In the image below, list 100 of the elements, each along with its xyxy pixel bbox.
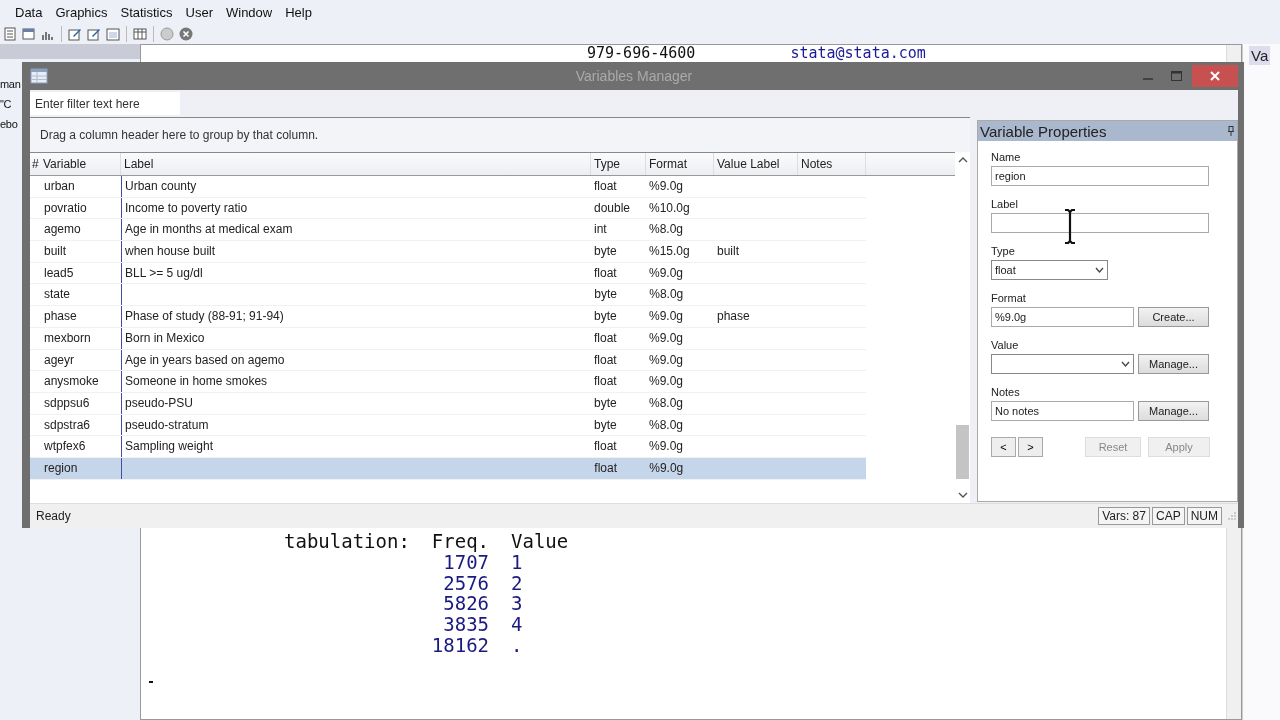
table-row[interactable]: sdpstra6 pseudo-stratum byte %8.0g bbox=[30, 414, 866, 437]
field-button[interactable]: Create... bbox=[1138, 307, 1209, 327]
table-cell-text: %8.0g bbox=[648, 416, 685, 434]
table-row[interactable]: anysmoke Someone in home smokes float %9.0g bbox=[30, 371, 866, 393]
table-cell-text: %8.0g bbox=[648, 394, 685, 412]
table-cell-text: float bbox=[593, 264, 618, 282]
browser-icon[interactable] bbox=[105, 26, 121, 42]
stop-icon[interactable] bbox=[178, 26, 194, 42]
dropdown-field[interactable]: float bbox=[991, 260, 1108, 280]
output-text: 4 bbox=[511, 614, 524, 635]
menu-item[interactable]: User bbox=[185, 4, 226, 20]
table-cell-text: built bbox=[716, 243, 740, 261]
edit-icon[interactable] bbox=[67, 26, 83, 42]
field-label: Type bbox=[991, 245, 1016, 257]
text-field[interactable]: %9.0g bbox=[991, 307, 1134, 327]
window-icon[interactable] bbox=[21, 26, 37, 42]
text-field[interactable]: No notes bbox=[991, 401, 1134, 421]
table-row[interactable]: mexborn Born in Mexico float %9.0g bbox=[30, 327, 866, 350]
table-cell-text: float bbox=[593, 438, 618, 456]
table-cell: Phase of study (88-91; 91-94) bbox=[121, 306, 591, 327]
table-cell-text: lead5 bbox=[43, 264, 75, 282]
output-text: 979-696-4600 bbox=[587, 45, 696, 61]
table-row[interactable]: wtpfex6 Sampling weight float %9.0g bbox=[30, 436, 866, 458]
table-cell: Age in months at medical exam bbox=[121, 219, 591, 241]
output-text: . bbox=[511, 635, 524, 656]
menu-item[interactable]: Help bbox=[285, 4, 325, 20]
nav-button[interactable]: > bbox=[1018, 437, 1043, 457]
maximize-icon[interactable] bbox=[1170, 71, 1182, 81]
chevron-down-icon[interactable] bbox=[957, 491, 968, 499]
menu-item[interactable]: Statistics bbox=[120, 4, 186, 20]
column-header[interactable]: Value Label bbox=[714, 153, 798, 175]
table-cell-text: built bbox=[43, 243, 67, 261]
table-cell-text: ageyr bbox=[43, 351, 76, 369]
menu-item[interactable]: Graphics bbox=[55, 4, 121, 20]
table-row[interactable]: agemo Age in months at medical exam int %8.0g bbox=[30, 219, 866, 242]
panel-tab[interactable]: Va bbox=[1249, 46, 1271, 65]
document-icon[interactable] bbox=[2, 26, 18, 42]
text-field[interactable]: region bbox=[991, 166, 1209, 186]
group-by-hint: Drag a column header here to group by that column. bbox=[40, 128, 319, 142]
column-header[interactable]: Type bbox=[591, 153, 646, 175]
field-button[interactable]: Manage... bbox=[1138, 354, 1209, 374]
status-text: Ready bbox=[35, 509, 71, 523]
table-cell-text: byte bbox=[593, 394, 618, 412]
table-cell-text: byte bbox=[593, 416, 618, 434]
table-cell: Age in years based on agemo bbox=[121, 349, 591, 371]
table-row[interactable]: state byte %8.0g bbox=[30, 284, 866, 307]
column-header[interactable]: Format bbox=[646, 153, 714, 175]
menu-item[interactable]: Window bbox=[225, 4, 286, 20]
column-header[interactable]: Label bbox=[121, 153, 591, 175]
nav-button[interactable]: < bbox=[991, 437, 1016, 457]
table-row[interactable]: sdppsu6 pseudo-PSU byte %8.0g bbox=[30, 392, 866, 415]
table-row[interactable]: region float %9.0g bbox=[30, 457, 866, 480]
output-text: Value bbox=[511, 531, 569, 552]
table-cell-text: float bbox=[593, 329, 618, 347]
output-text: stata@stata.com bbox=[790, 45, 926, 61]
output-text: 5826 bbox=[442, 593, 490, 615]
column-header[interactable]: Variable bbox=[40, 153, 121, 175]
field-button[interactable]: Manage... bbox=[1138, 401, 1209, 421]
column-header[interactable]: Notes bbox=[798, 153, 866, 175]
table-cell-text: urban bbox=[43, 178, 76, 195]
table-row[interactable]: ageyr Age in years based on agemo float %9.0g bbox=[30, 349, 866, 372]
close-button[interactable] bbox=[1192, 65, 1238, 87]
filter-field[interactable]: Enter filter text here bbox=[30, 92, 180, 115]
command-text: "C bbox=[0, 97, 12, 112]
table-row[interactable]: povratio Income to poverty ratio double %10.0g bbox=[30, 197, 866, 220]
output-text: Freq. bbox=[431, 531, 490, 552]
edit-icon[interactable] bbox=[86, 26, 102, 42]
column-header[interactable]: # bbox=[30, 153, 40, 175]
table-icon[interactable] bbox=[132, 26, 148, 42]
menu-item[interactable]: Data bbox=[15, 4, 56, 20]
table-cell-text: anysmoke bbox=[43, 373, 100, 391]
text-field[interactable] bbox=[991, 213, 1209, 233]
chevron-up-icon[interactable] bbox=[957, 156, 968, 164]
field-label: Notes bbox=[991, 386, 1021, 398]
table-cell-text: byte bbox=[593, 243, 618, 261]
output-text: tabulation: bbox=[284, 531, 410, 552]
table-cell-text: state bbox=[43, 286, 71, 304]
dropdown-field[interactable] bbox=[991, 354, 1134, 374]
field-label: Label bbox=[991, 198, 1019, 210]
pin-icon[interactable] bbox=[1228, 126, 1234, 136]
chevron-down-icon bbox=[1095, 267, 1104, 273]
circle-icon[interactable] bbox=[159, 26, 175, 42]
table-cell-text: phase bbox=[716, 308, 751, 326]
table-cell-text: %9.0g bbox=[648, 178, 685, 195]
table-row[interactable]: lead5 BLL >= 5 ug/dl float %9.0g bbox=[30, 262, 866, 285]
table-row[interactable]: urban Urban county float %9.0g bbox=[30, 176, 866, 198]
output-text: 2576 bbox=[442, 572, 490, 594]
window-title: Variables Manager bbox=[575, 68, 693, 84]
status-indicator: CAP bbox=[1152, 507, 1185, 525]
table-cell: Someone in home smokes bbox=[121, 371, 591, 392]
output-text: 2 bbox=[511, 572, 524, 594]
resize-grip-icon[interactable] bbox=[1228, 512, 1236, 520]
table-row[interactable]: built when house built byte %15.0g built bbox=[30, 241, 866, 263]
output-text: 3 bbox=[511, 593, 524, 615]
field-label: Value bbox=[991, 339, 1020, 351]
table-cell: Born in Mexico bbox=[121, 327, 591, 349]
text-cursor-icon bbox=[1064, 209, 1076, 244]
table-cell: pseudo-PSU bbox=[121, 392, 591, 414]
table-row[interactable]: phase Phase of study (88-91; 91-94) byte %9.0g phase bbox=[30, 306, 866, 328]
scrollbar-thumb[interactable] bbox=[956, 425, 969, 479]
